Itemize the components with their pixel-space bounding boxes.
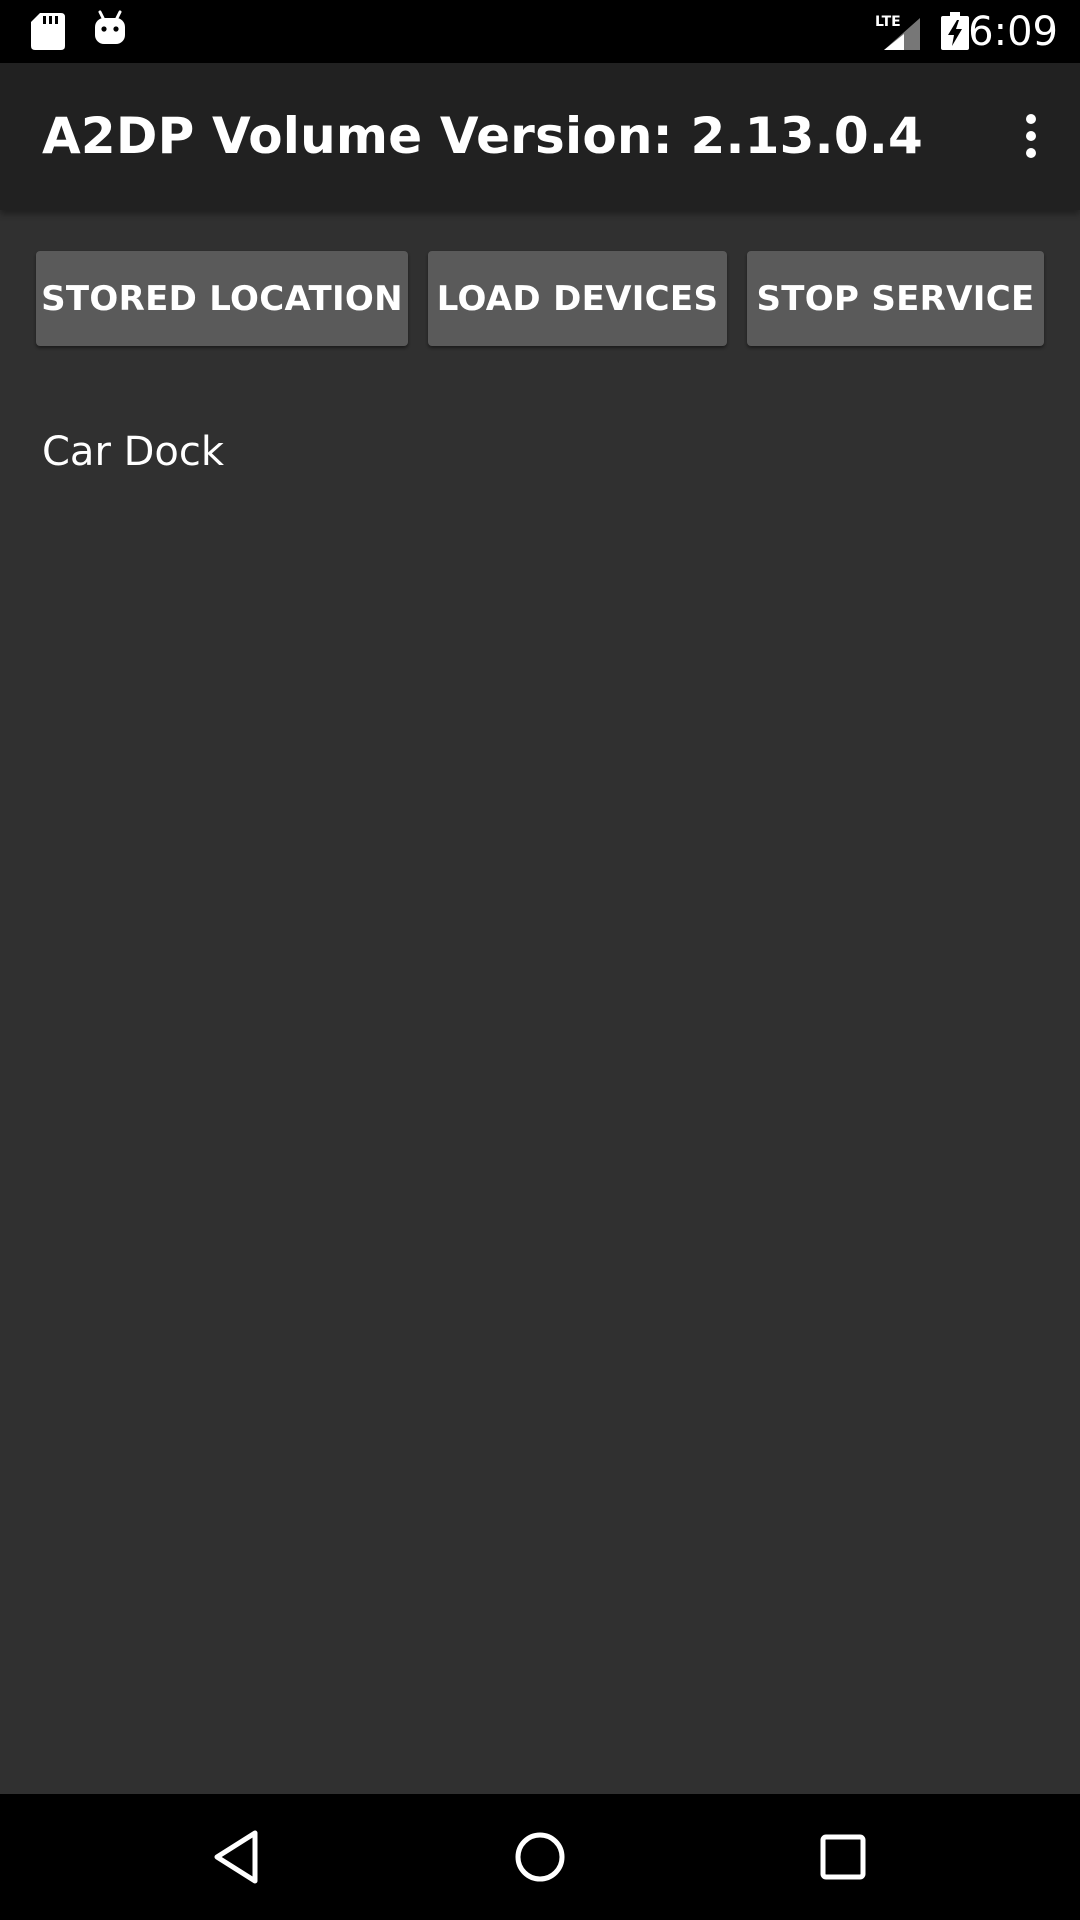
android-debug-icon xyxy=(95,10,125,44)
home-icon xyxy=(515,1832,565,1882)
battery-charging-icon xyxy=(941,12,969,50)
status-clock: 6:09 xyxy=(968,9,1058,55)
lte-signal-icon: LTE xyxy=(875,14,920,50)
action-bar: A2DP Volume Version: 2.13.0.4 xyxy=(0,63,1080,210)
load-devices-button[interactable]: LOAD DEVICES xyxy=(428,251,727,346)
app-title: A2DP Volume Version: 2.13.0.4 xyxy=(42,107,924,165)
status-bar: LTE 6:09 xyxy=(0,0,1080,63)
back-icon xyxy=(214,1830,258,1884)
lte-label: LTE xyxy=(875,14,901,30)
recents-button[interactable] xyxy=(808,1822,878,1892)
more-vert-icon xyxy=(1026,114,1036,158)
home-button[interactable] xyxy=(505,1822,575,1892)
overflow-menu-button[interactable] xyxy=(998,103,1064,169)
app-screen: LTE 6:09 A2DP Volume Version: 2.13.0.4 S… xyxy=(0,0,1080,1920)
device-list-item[interactable]: Car Dock xyxy=(42,420,224,484)
sd-card-icon xyxy=(31,13,65,50)
recents-icon xyxy=(820,1834,866,1880)
stop-service-button[interactable]: STOP SERVICE xyxy=(747,251,1044,346)
stored-location-button[interactable]: STORED LOCATION xyxy=(36,251,408,346)
navigation-bar xyxy=(0,1794,1080,1920)
back-button[interactable] xyxy=(202,1822,272,1892)
